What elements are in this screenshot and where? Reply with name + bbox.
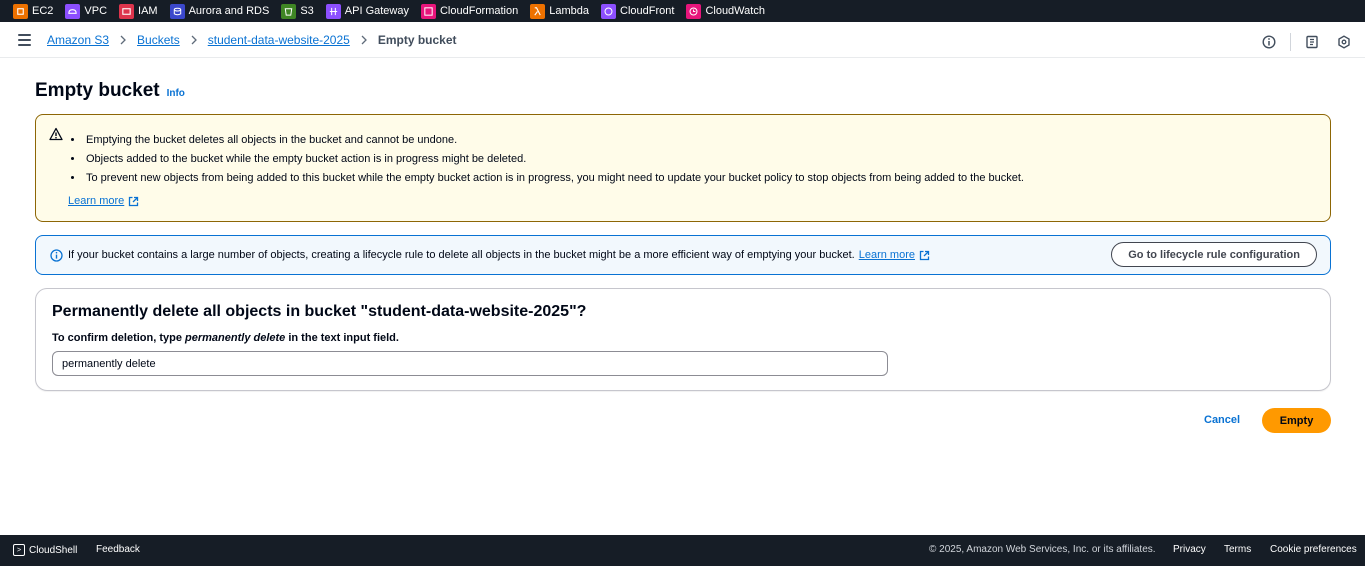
api-gateway-icon: [325, 3, 341, 19]
info-icon: [50, 249, 63, 262]
chevron-right-icon: [189, 35, 199, 45]
service-shortcut-label: S3: [300, 5, 314, 17]
service-shortcut-cloudfront[interactable]: CloudFront: [601, 3, 675, 19]
breadcrumb-bar: Amazon S3 Buckets student-data-website-2…: [0, 22, 1365, 58]
breadcrumb: Amazon S3 Buckets student-data-website-2…: [47, 33, 457, 47]
warning-alert: Emptying the bucket deletes all objects …: [35, 114, 1331, 222]
breadcrumb-amazon-s3[interactable]: Amazon S3: [47, 33, 109, 47]
service-shortcuts-bar: EC2 VPC IAM Aurora and RDS S3 API Gatewa…: [0, 0, 1365, 22]
page-title: Empty bucket: [35, 80, 160, 101]
privacy-link[interactable]: Privacy: [1173, 544, 1206, 555]
divider: [1290, 33, 1291, 51]
s3-icon: [281, 3, 297, 19]
warning-item: To prevent new objects from being added …: [84, 172, 1024, 185]
main-content: Empty bucket Info Emptying the bucket de…: [0, 58, 1365, 535]
info-alert-message: If your bucket contains a large number o…: [68, 249, 855, 261]
cancel-button[interactable]: Cancel: [1204, 414, 1240, 426]
service-shortcut-label: IAM: [138, 5, 158, 17]
info-circle-icon[interactable]: [1262, 35, 1276, 49]
info-learn-more-link[interactable]: Learn more: [859, 249, 915, 261]
utility-icons: [1244, 33, 1351, 51]
service-shortcut-s3[interactable]: S3: [281, 3, 314, 19]
terminal-icon: >: [13, 544, 25, 556]
breadcrumb-current: Empty bucket: [377, 33, 457, 47]
service-shortcut-cloudwatch[interactable]: CloudWatch: [686, 3, 765, 19]
empty-button[interactable]: Empty: [1262, 408, 1331, 433]
service-shortcut-aurora-rds[interactable]: Aurora and RDS: [169, 3, 270, 19]
learn-more-label: Learn more: [68, 195, 125, 207]
confirm-label-prefix: To confirm deletion, type: [52, 332, 186, 344]
service-shortcut-cloudformation[interactable]: CloudFormation: [420, 3, 519, 19]
confirm-deletion-input[interactable]: [52, 351, 888, 376]
cloudfront-icon: [601, 3, 617, 19]
service-shortcut-label: CloudWatch: [705, 5, 765, 17]
external-link-icon: [129, 196, 139, 206]
footer: > CloudShell Feedback © 2025, Amazon Web…: [0, 535, 1365, 566]
copyright-text: © 2025, Amazon Web Services, Inc. or its…: [929, 544, 1156, 555]
confirm-label-phrase: permanently delete: [185, 332, 286, 344]
service-shortcut-label: Aurora and RDS: [188, 5, 270, 17]
notifications-panel-icon[interactable]: [1305, 35, 1319, 49]
service-shortcut-label: EC2: [32, 5, 54, 17]
lambda-icon: [530, 3, 546, 19]
info-alert: If your bucket contains a large number o…: [35, 235, 1331, 275]
cloudformation-icon: [420, 3, 436, 19]
vpc-icon: [65, 3, 81, 19]
page-header: Empty bucket Info: [35, 80, 185, 102]
cloudshell-button[interactable]: > CloudShell: [13, 544, 77, 556]
service-shortcut-label: API Gateway: [344, 5, 409, 17]
cloudshell-label: CloudShell: [29, 544, 78, 556]
cookie-preferences-link[interactable]: Cookie preferences: [1270, 544, 1357, 555]
settings-hexagon-icon[interactable]: [1337, 35, 1351, 49]
confirm-label: To confirm deletion, type permanently de…: [52, 332, 399, 344]
feedback-link[interactable]: Feedback: [96, 544, 140, 555]
warning-item: Objects added to the bucket while the em…: [84, 153, 1024, 166]
confirm-label-suffix: in the text input field.: [285, 332, 399, 344]
chevron-right-icon: [359, 35, 369, 45]
warning-list: Emptying the bucket deletes all objects …: [84, 134, 1024, 191]
info-link[interactable]: Info: [167, 88, 185, 99]
breadcrumb-buckets[interactable]: Buckets: [137, 33, 180, 47]
lifecycle-rule-config-button[interactable]: Go to lifecycle rule configuration: [1111, 242, 1317, 267]
info-alert-text: If your bucket contains a large number o…: [68, 249, 930, 261]
iam-icon: [119, 3, 135, 19]
service-shortcut-label: Lambda: [549, 5, 590, 17]
rds-icon: [169, 3, 185, 19]
ec2-icon: [13, 3, 28, 19]
service-shortcut-api-gateway[interactable]: API Gateway: [325, 3, 409, 19]
breadcrumb-bucket-name[interactable]: student-data-website-2025: [208, 33, 350, 47]
menu-icon[interactable]: [18, 34, 31, 46]
warning-icon: [49, 127, 63, 141]
warning-learn-more-link[interactable]: Learn more: [68, 195, 139, 207]
service-shortcut-label: VPC: [84, 5, 108, 17]
terms-link[interactable]: Terms: [1224, 544, 1251, 555]
chevron-right-icon: [118, 35, 128, 45]
external-link-icon: [919, 250, 930, 260]
service-shortcut-vpc[interactable]: VPC: [65, 3, 108, 19]
service-shortcut-lambda[interactable]: Lambda: [530, 3, 590, 19]
service-shortcut-label: CloudFormation: [439, 5, 519, 17]
warning-item: Emptying the bucket deletes all objects …: [84, 134, 1024, 147]
cloudwatch-icon: [686, 3, 702, 19]
confirm-deletion-panel: Permanently delete all objects in bucket…: [35, 288, 1331, 391]
service-shortcut-label: CloudFront: [620, 5, 675, 17]
service-shortcut-iam[interactable]: IAM: [119, 3, 158, 19]
confirm-heading: Permanently delete all objects in bucket…: [52, 303, 587, 320]
service-shortcut-ec2[interactable]: EC2: [13, 3, 54, 19]
